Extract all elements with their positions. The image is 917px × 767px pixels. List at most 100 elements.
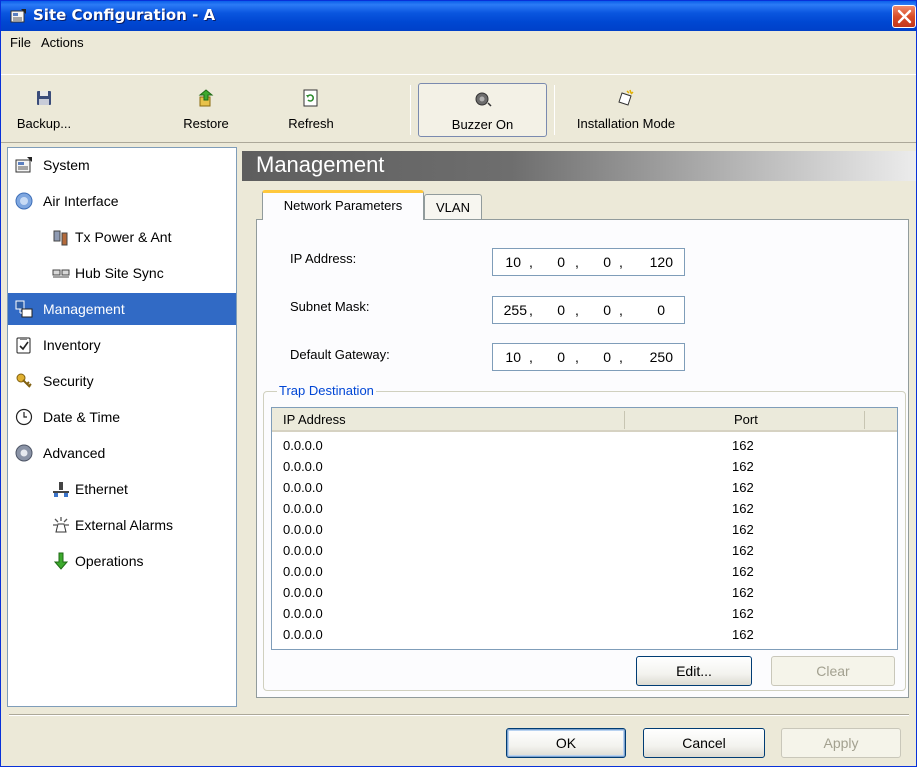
octet-dot: , — [619, 254, 623, 270]
tab-label: Network Parameters — [283, 198, 403, 213]
management-icon — [15, 300, 33, 318]
trap-destination-title: Trap Destination — [277, 383, 376, 398]
nav-item-security[interactable]: Security — [8, 365, 236, 397]
table-row[interactable]: 0.0.0.0 162 — [272, 499, 897, 519]
cancel-button[interactable]: Cancel — [643, 728, 765, 758]
floppy-disk-icon — [37, 91, 51, 105]
table-row[interactable]: 0.0.0.0 162 — [272, 478, 897, 498]
column-divider[interactable] — [864, 411, 865, 429]
ip-octet[interactable]: 0 — [589, 349, 611, 365]
column-header-port[interactable]: Port — [734, 412, 758, 427]
table-row[interactable]: 0.0.0.0 162 — [272, 604, 897, 624]
default-gateway-field[interactable]: 10 , 0 , 0 , 250 — [492, 343, 685, 371]
table-row[interactable]: 0.0.0.0 162 — [272, 457, 897, 477]
ethernet-icon — [53, 482, 69, 497]
trap-port-cell: 162 — [732, 501, 754, 516]
ip-octet[interactable]: 120 — [637, 254, 673, 270]
nav-item-management[interactable]: Management — [8, 293, 236, 325]
menu-actions[interactable]: Actions — [41, 35, 84, 50]
column-divider[interactable] — [624, 411, 625, 429]
antenna-icon — [53, 230, 68, 246]
ip-octet[interactable]: 250 — [637, 349, 673, 365]
clock-icon — [15, 408, 33, 426]
ip-address-label: IP Address: — [290, 251, 357, 266]
octet-dot: , — [619, 349, 623, 365]
nav-item-advanced[interactable]: Advanced — [8, 437, 236, 469]
trap-destination-list[interactable]: IP Address Port 0.0.0.0 162 0.0.0.0 162 0.… — [271, 407, 898, 650]
ip-octet[interactable]: 10 — [499, 254, 521, 270]
ip-octet[interactable]: 0 — [543, 349, 565, 365]
apply-button[interactable]: Apply — [781, 728, 901, 758]
ip-octet[interactable]: 0 — [589, 254, 611, 270]
toolbar: Backup... Restore Refresh Buzzer On Inst… — [1, 75, 916, 143]
clear-button-label: Clear — [816, 663, 850, 679]
ok-button[interactable]: OK — [506, 728, 626, 758]
ip-octet[interactable]: 0 — [543, 302, 565, 318]
nav-item-hub-site-sync[interactable]: Hub Site Sync — [8, 257, 236, 289]
nav-item-operations[interactable]: Operations — [8, 545, 236, 577]
sync-icon — [52, 269, 70, 278]
table-row[interactable]: 0.0.0.0 162 — [272, 562, 897, 582]
installation-mode-button[interactable]: Installation Mode — [561, 83, 691, 137]
nav-item-tx-power-ant[interactable]: Tx Power & Ant — [8, 221, 236, 253]
backup-button[interactable]: Backup... — [9, 83, 79, 137]
ip-address-field[interactable]: 10 , 0 , 0 , 120 — [492, 248, 685, 276]
trap-port-cell: 162 — [732, 480, 754, 495]
table-row[interactable]: 0.0.0.0 162 — [272, 436, 897, 456]
edit-button[interactable]: Edit... — [636, 656, 752, 686]
ip-octet[interactable]: 10 — [499, 349, 521, 365]
ip-octet[interactable]: 0 — [637, 302, 665, 318]
subnet-mask-field[interactable]: 255 , 0 , 0 , 0 — [492, 296, 685, 324]
refresh-label: Refresh — [288, 116, 334, 131]
clear-button[interactable]: Clear — [771, 656, 895, 686]
octet-dot: , — [575, 349, 579, 365]
ip-octet[interactable]: 255 — [499, 302, 527, 318]
nav-label-inventory: Inventory — [43, 337, 101, 353]
alarm-icon — [53, 517, 69, 533]
column-header-ip-address[interactable]: IP Address — [283, 412, 346, 427]
trap-ip-cell: 0.0.0.0 — [283, 564, 323, 579]
buzzer-toggle[interactable]: Buzzer On — [418, 83, 547, 137]
nav-item-air-interface[interactable]: Air Interface — [8, 185, 236, 217]
table-row[interactable]: 0.0.0.0 162 — [272, 625, 897, 645]
nav-label-system: System — [43, 157, 90, 173]
table-row[interactable]: 0.0.0.0 162 — [272, 583, 897, 603]
tab-vlan[interactable]: VLAN — [424, 194, 482, 219]
nav-label-ethernet: Ethernet — [75, 481, 128, 497]
checklist-icon — [16, 337, 31, 354]
nav-label-advanced: Advanced — [43, 445, 106, 461]
trap-ip-cell: 0.0.0.0 — [283, 522, 323, 537]
table-row[interactable]: 0.0.0.0 162 — [272, 541, 897, 561]
nav-item-system[interactable]: System — [8, 149, 236, 181]
default-gateway-label: Default Gateway: — [290, 347, 390, 362]
title-bar[interactable]: Site Configuration - A — [1, 1, 916, 31]
close-button[interactable] — [892, 5, 916, 28]
nav-item-ethernet[interactable]: Ethernet — [8, 473, 236, 505]
octet-dot: , — [529, 254, 533, 270]
trap-ip-cell: 0.0.0.0 — [283, 585, 323, 600]
octet-dot: , — [575, 302, 579, 318]
octet-dot: , — [575, 254, 579, 270]
trap-port-cell: 162 — [732, 438, 754, 453]
tab-network-parameters[interactable]: Network Parameters — [262, 190, 424, 220]
trap-ip-cell: 0.0.0.0 — [283, 459, 323, 474]
nav-item-inventory[interactable]: Inventory — [8, 329, 236, 361]
trap-ip-cell: 0.0.0.0 — [283, 480, 323, 495]
refresh-button[interactable]: Refresh — [271, 83, 351, 137]
tab-label: VLAN — [436, 200, 470, 215]
ip-octet[interactable]: 0 — [589, 302, 611, 318]
nav-item-external-alarms[interactable]: External Alarms — [8, 509, 236, 541]
nav-label-tx-power-ant: Tx Power & Ant — [75, 229, 172, 245]
table-row[interactable]: 0.0.0.0 162 — [272, 520, 897, 540]
nav-label-hub-site-sync: Hub Site Sync — [75, 265, 164, 281]
octet-dot: , — [619, 302, 623, 318]
menu-bar: File Actions — [1, 31, 916, 75]
menu-file[interactable]: File — [10, 35, 31, 50]
buzzer-label: Buzzer On — [451, 117, 514, 132]
ip-octet[interactable]: 0 — [543, 254, 565, 270]
nav-item-date-time[interactable]: Date & Time — [8, 401, 236, 433]
nav-label-external-alarms: External Alarms — [75, 517, 174, 533]
restore-button[interactable]: Restore — [171, 83, 241, 137]
keys-icon — [16, 373, 32, 388]
trap-port-cell: 162 — [732, 606, 754, 621]
